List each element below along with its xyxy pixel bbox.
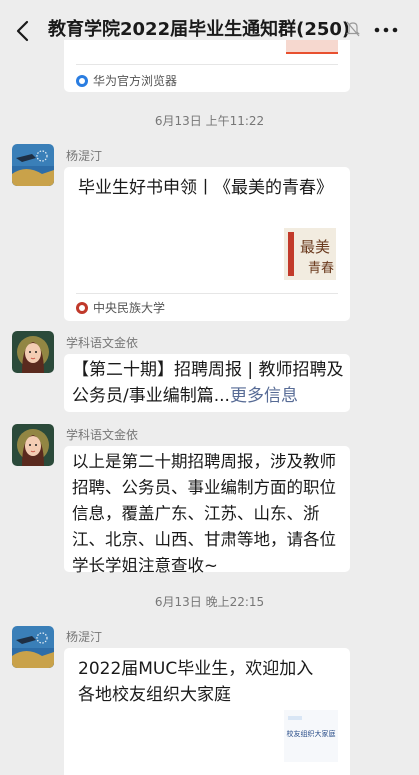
mute-indicator bbox=[346, 20, 360, 38]
avatar[interactable] bbox=[12, 626, 54, 668]
sender-name: 学科语文金依 bbox=[66, 428, 139, 442]
message-bubble[interactable]: 【第二十期】招聘周报 | 教师招聘及公务员/事业编制篇...更多信息 bbox=[64, 354, 350, 412]
message-text: 以上是第二十期招聘周报，涉及教师招聘、公务员、事业编制方面的职位信息，覆盖广东、… bbox=[72, 452, 336, 575]
link-card[interactable]: 毕业生好书申领丨《最美的青春》 最美 青春 中央民族大学 bbox=[64, 167, 350, 321]
card-source-label: 中央民族大学 bbox=[93, 301, 166, 315]
message-text: 【第二十期】招聘周报 | 教师招聘及公务员/事业编制篇...更多信息 bbox=[72, 357, 344, 409]
timestamp: 6月13日 上午11:22 bbox=[154, 114, 265, 128]
svg-text:青春: 青春 bbox=[308, 261, 334, 276]
sender-name: 杨湜汀 bbox=[66, 630, 103, 644]
avatar-image bbox=[12, 144, 54, 186]
card-source: 华为官方浏览器 bbox=[76, 72, 177, 89]
thumbnail-caption: 校友组织大家庭 bbox=[286, 730, 336, 738]
card-title: 2022届MUC毕业生，欢迎加入各地校友组织大家庭 bbox=[78, 659, 314, 705]
avatar[interactable] bbox=[12, 424, 54, 466]
more-button[interactable] bbox=[372, 19, 400, 41]
card-divider bbox=[76, 293, 338, 294]
sender-name: 杨湜汀 bbox=[66, 149, 103, 163]
card-source-label: 华为官方浏览器 bbox=[93, 74, 178, 88]
browser-icon bbox=[76, 74, 88, 87]
avatar-image bbox=[12, 331, 54, 373]
timestamp: 6月13日 晚上22:15 bbox=[154, 595, 265, 609]
card-source: 中央民族大学 bbox=[76, 299, 165, 316]
bell-off-icon bbox=[346, 21, 360, 37]
card-title: 毕业生好书申领丨《最美的青春》 bbox=[78, 178, 333, 198]
avatar-image bbox=[12, 424, 54, 466]
message-bubble[interactable]: 以上是第二十期招聘周报，涉及教师招聘、公务员、事业编制方面的职位信息，覆盖广东、… bbox=[64, 446, 350, 575]
book-cover-image: 最美 青春 bbox=[284, 228, 336, 280]
card-image-edge bbox=[286, 40, 338, 54]
avatar[interactable] bbox=[12, 331, 54, 373]
more-info-link[interactable]: 更多信息 bbox=[230, 386, 298, 406]
card-thumbnail: 最美 青春 bbox=[284, 228, 336, 280]
thumbnail-decoration bbox=[288, 716, 302, 720]
svg-text:最美: 最美 bbox=[300, 238, 330, 256]
card-divider bbox=[76, 64, 338, 65]
avatar-image bbox=[12, 626, 54, 668]
university-logo-icon bbox=[76, 301, 88, 314]
link-card[interactable]: 2022届MUC毕业生，欢迎加入各地校友组织大家庭 校友组织大家庭 bbox=[64, 648, 350, 775]
more-icon bbox=[374, 27, 398, 33]
sender-name: 学科语文金依 bbox=[66, 336, 139, 350]
link-card-partial[interactable]: 华为官方浏览器 bbox=[64, 40, 350, 92]
chevron-left-icon bbox=[16, 20, 29, 42]
avatar[interactable] bbox=[12, 144, 54, 186]
card-thumbnail: 校友组织大家庭 bbox=[284, 710, 338, 762]
back-button[interactable] bbox=[10, 16, 38, 46]
message-text-main: 【第二十期】招聘周报 | 教师招聘及公务员/事业编制篇... bbox=[72, 360, 344, 406]
